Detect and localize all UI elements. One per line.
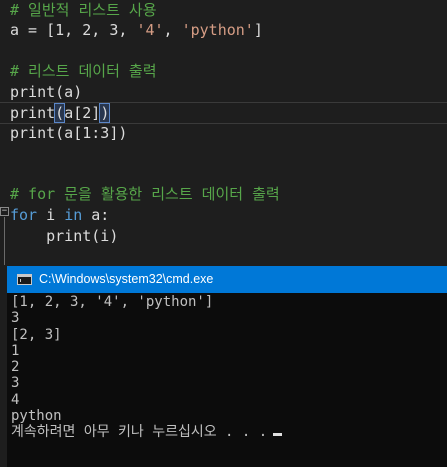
keyword: in bbox=[64, 206, 83, 224]
press-any-key-prompt: 계속하려면 아무 키나 누르십시오 . . . bbox=[11, 424, 268, 441]
code-text: a: bbox=[82, 206, 110, 224]
cmd-title: C:\Windows\system32\cmd.exe bbox=[39, 272, 214, 286]
code-text: print(a) bbox=[10, 83, 83, 101]
code-line-5: print(a) bbox=[10, 82, 82, 102]
code-text: , bbox=[163, 21, 182, 39]
matched-paren-close: ) bbox=[99, 103, 111, 123]
cmd-window-icon[interactable] bbox=[17, 274, 32, 285]
matched-paren-open: ( bbox=[54, 103, 66, 123]
code-text: print(a[1:3]) bbox=[10, 124, 128, 142]
comment-text: # for 문을 활용한 리스트 데이터 출력 bbox=[10, 185, 280, 203]
code-line-7: print(a[1:3]) bbox=[10, 123, 127, 143]
keyword: for bbox=[10, 206, 38, 224]
output-line: python bbox=[11, 408, 62, 425]
cmd-window[interactable]: C:\Windows\system32\cmd.exe [1, 2, 3, '4… bbox=[7, 266, 447, 467]
console-output[interactable]: [1, 2, 3, '4', 'python'] 3 [2, 3] 1 2 3 … bbox=[11, 294, 283, 441]
prompt-line: 계속하려면 아무 키나 누르십시오 . . . bbox=[11, 424, 283, 441]
string-literal: '4' bbox=[136, 21, 164, 39]
text-cursor bbox=[273, 433, 283, 437]
comment-text: # 일반적 리스트 사용 bbox=[10, 1, 157, 19]
code-text: print(i) bbox=[10, 227, 119, 245]
output-line: 1 bbox=[11, 342, 20, 359]
output-line: 3 bbox=[11, 310, 20, 327]
output-line: 2 bbox=[11, 359, 20, 376]
output-line: 3 bbox=[11, 375, 20, 392]
code-text: i bbox=[37, 206, 65, 224]
code-line-1: # 일반적 리스트 사용 bbox=[10, 0, 157, 20]
code-line-4: # 리스트 데이터 출력 bbox=[10, 61, 157, 81]
output-line: 4 bbox=[11, 391, 20, 408]
code-text: print bbox=[10, 104, 56, 122]
output-line: [2, 3] bbox=[11, 326, 62, 343]
code-text: ] bbox=[253, 21, 263, 39]
fold-guide-line bbox=[4, 217, 5, 265]
cmd-titlebar[interactable]: C:\Windows\system32\cmd.exe bbox=[7, 266, 447, 293]
code-line-2: a = [1, 2, 3, '4', 'python'] bbox=[10, 20, 263, 40]
code-text: a[2] bbox=[64, 104, 101, 122]
comment-text: # 리스트 데이터 출력 bbox=[10, 62, 157, 80]
code-text: a = [1, 2, 3, bbox=[10, 21, 137, 39]
string-literal: 'python' bbox=[181, 21, 254, 39]
fold-collapse-icon[interactable]: − bbox=[0, 207, 9, 216]
code-line-11: for i in a: bbox=[10, 205, 109, 225]
code-line-12: print(i) bbox=[10, 226, 118, 246]
code-editor[interactable]: # 일반적 리스트 사용 a = [1, 2, 3, '4', 'python'… bbox=[0, 0, 447, 266]
output-line: [1, 2, 3, '4', 'python'] bbox=[11, 294, 214, 310]
code-line-10: # for 문을 활용한 리스트 데이터 출력 bbox=[10, 184, 280, 204]
code-line-6: print(a[2]) bbox=[10, 103, 111, 123]
